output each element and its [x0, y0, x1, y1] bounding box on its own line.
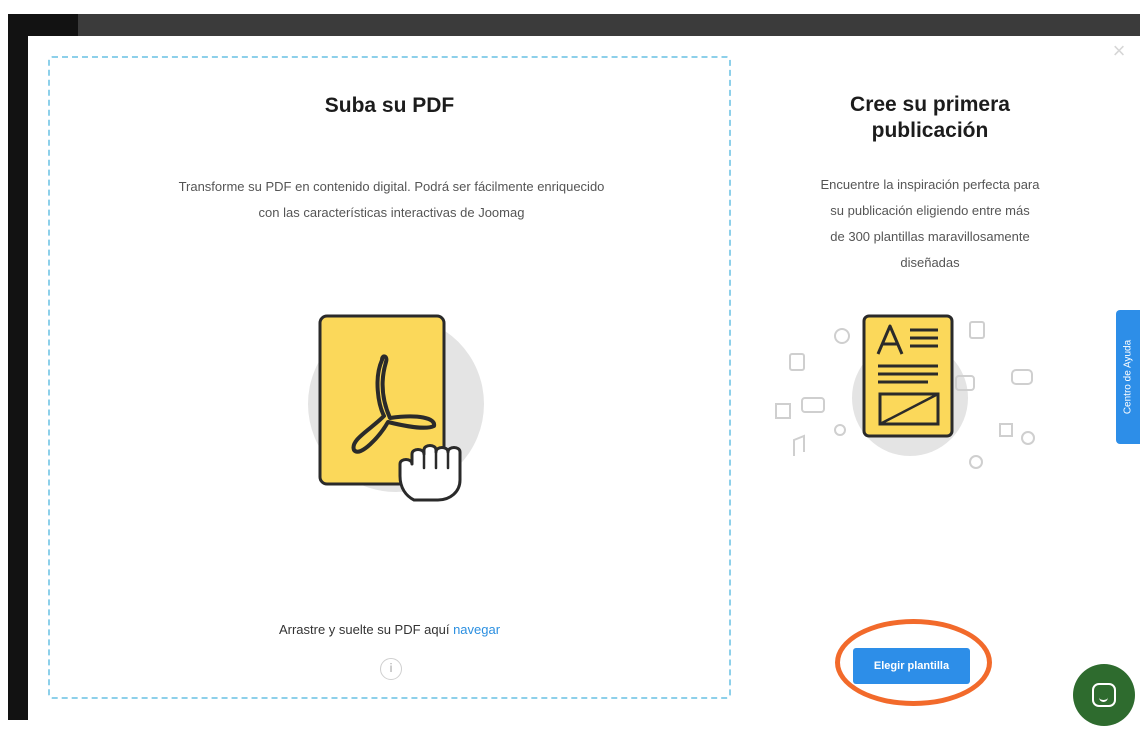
gift-icon — [999, 423, 1013, 437]
create-description-line-1: Encuentre la inspiración perfecta para — [820, 177, 1040, 192]
upload-description-line-1: Transforme su PDF en contenido digital. … — [178, 179, 605, 194]
close-icon[interactable]: × — [1108, 40, 1130, 62]
drop-instructions: Arrastre y suelte su PDF aquí navegar — [50, 622, 729, 637]
pdf-upload-illustration — [308, 314, 484, 502]
help-center-label: Centro de Ayuda — [1122, 339, 1134, 415]
hand-icon — [834, 424, 846, 436]
pdf-drop-zone[interactable]: Suba su PDF Transforme su PDF en conteni… — [48, 56, 731, 699]
crop-icon — [775, 403, 791, 419]
screen: × Suba su PDF Transforme su PDF en conte… — [0, 0, 1140, 729]
upload-title: Suba su PDF — [324, 94, 455, 117]
chat-icon — [1092, 683, 1116, 707]
create-title: Cree su primera publicación — [780, 92, 1080, 144]
chat-button[interactable] — [1073, 664, 1135, 726]
choose-template-button[interactable]: Elegir plantilla — [853, 648, 970, 684]
create-publication-panel: Cree su primera publicación Encuentre la… — [760, 56, 1100, 699]
create-description-line-3: de 300 plantillas maravillosamente — [830, 229, 1030, 244]
play-icon — [1011, 369, 1033, 385]
upload-description: Transforme su PDF en contenido digital. … — [110, 174, 673, 226]
template-document-icon — [862, 314, 954, 438]
info-icon[interactable]: i — [380, 658, 402, 680]
circle-icon — [834, 328, 850, 344]
browse-link[interactable]: navegar — [453, 622, 500, 637]
upload-description-line-2: con las características interactivas de … — [258, 205, 525, 220]
create-description: Encuentre la inspiración perfecta para s… — [790, 172, 1070, 276]
pin-icon — [969, 455, 983, 469]
create-title-line-1: Cree su primera — [850, 93, 1010, 116]
template-illustration — [775, 314, 1035, 469]
drop-text: Arrastre y suelte su PDF aquí — [278, 622, 450, 637]
page-icon — [969, 321, 985, 339]
music-icon — [793, 434, 805, 456]
cube-icon — [1021, 431, 1035, 445]
video-icon — [801, 397, 825, 413]
create-description-line-4: diseñadas — [900, 255, 960, 270]
create-title-line-2: publicación — [871, 119, 989, 142]
create-description-line-2: su publicación eligiendo entre más — [830, 203, 1030, 218]
help-center-tab[interactable]: Centro de Ayuda — [1116, 310, 1140, 444]
text-icon — [789, 353, 805, 371]
